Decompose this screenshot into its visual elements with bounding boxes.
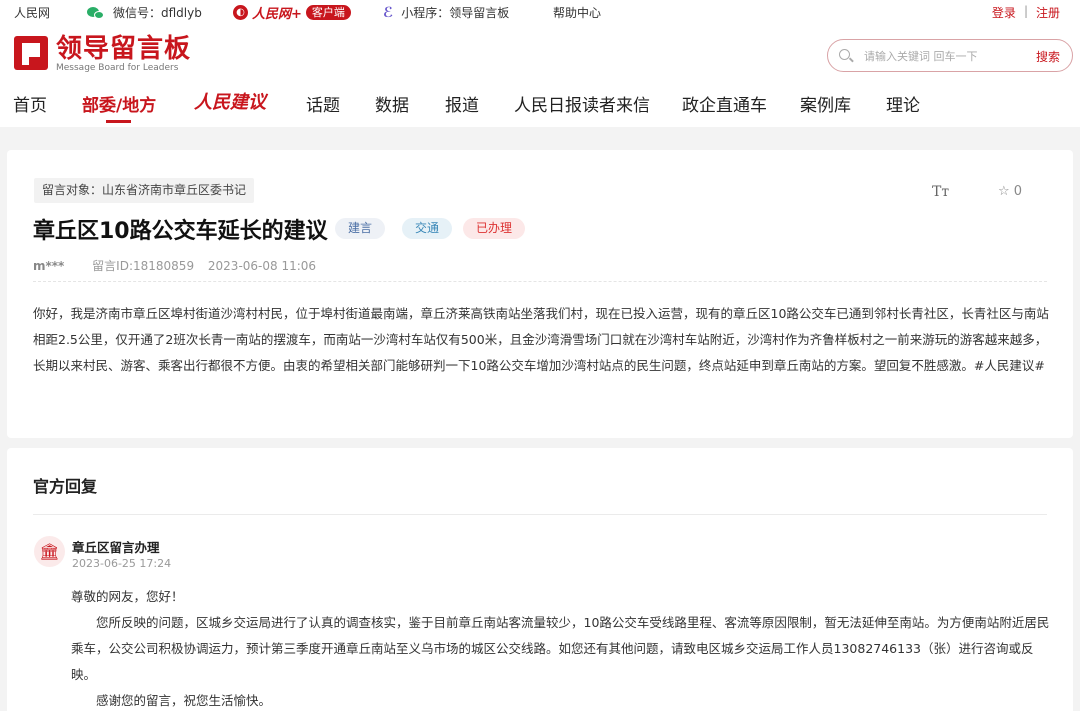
rmw-app-link[interactable]: ◐ 人民网+ 客户端: [233, 3, 351, 22]
status-badge: 已办理: [463, 218, 526, 239]
reply-paragraph: 您所反映的问题，区城乡交运局进行了认真的调查核实，鉴于目前章丘南站客流量较少，1…: [71, 615, 1050, 682]
nav-people-suggestion[interactable]: 人民建议: [194, 88, 266, 114]
message-date: 2023-06-08 11:06: [207, 259, 317, 273]
logo-mark-icon: [14, 36, 48, 70]
client-badge: 客户端: [305, 5, 351, 20]
site-link[interactable]: 人民网: [14, 4, 50, 21]
miniprogram-icon: ℰ: [383, 4, 394, 21]
main-nav: 首页 部委/地方 人民建议 话题 数据 报道 人民日报读者来信 政企直通车 案例…: [0, 86, 1080, 126]
rmw-logo-text: 人民网+: [252, 7, 302, 22]
font-size-toggle[interactable]: Tт: [932, 184, 949, 200]
wechat-label: 微信号：dfldlyb: [113, 6, 202, 20]
message-title: 章丘区10路公交车延长的建议: [33, 219, 328, 244]
nav-theory[interactable]: 理论: [886, 91, 920, 116]
author-name: m***: [33, 259, 65, 273]
rmw-logo-icon: ◐: [233, 5, 248, 20]
dashed-divider: [33, 281, 1047, 282]
favorite-star[interactable]: ☆ 0: [998, 184, 1022, 199]
reply-heading: 官方回复: [33, 477, 98, 496]
message-card: 留言对象：山东省济南市章丘区委书记 Tт ☆ 0 章丘区10路公交车延长的建议 …: [7, 150, 1073, 438]
site-header: 领导留言板 Message Board for Leaders 搜索 首页 部委…: [0, 22, 1080, 127]
auth-links: 登录 | 注册: [992, 4, 1060, 21]
logo-title: 领导留言板: [56, 34, 192, 64]
nav-data[interactable]: 数据: [375, 91, 409, 116]
site-logo[interactable]: 领导留言板 Message Board for Leaders: [14, 36, 191, 74]
nav-ministries[interactable]: 部委/地方: [82, 91, 156, 116]
nav-enterprise[interactable]: 政企直通车: [682, 91, 767, 116]
tag-suggestion: 建言: [335, 218, 386, 239]
nav-reports[interactable]: 报道: [445, 91, 479, 116]
nav-home[interactable]: 首页: [13, 91, 47, 116]
register-link[interactable]: 注册: [1036, 4, 1060, 21]
logo-subtitle: Message Board for Leaders: [56, 63, 179, 73]
miniprogram-link[interactable]: ℰ 小程序：领导留言板: [383, 4, 509, 21]
auth-separator: |: [1023, 4, 1028, 18]
reply-divider: [33, 514, 1047, 515]
help-center-link[interactable]: 帮助中心: [553, 4, 601, 21]
search-input[interactable]: [864, 47, 1014, 65]
nav-cases[interactable]: 案例库: [800, 91, 851, 116]
wechat-info[interactable]: 微信号：dfldlyb: [87, 4, 202, 21]
search-button[interactable]: 搜索: [1036, 48, 1060, 65]
tag-traffic: 交通: [402, 218, 453, 239]
top-utility-bar: 人民网 微信号：dfldlyb ◐ 人民网+ 客户端 ℰ 小程序：领导留言板 帮…: [0, 0, 1080, 22]
reply-greeting: 尊敬的网友，您好！: [71, 589, 184, 604]
nav-reader-letters[interactable]: 人民日报读者来信: [514, 91, 650, 116]
reply-closing: 感谢您的留言，祝您生活愉快。: [96, 693, 272, 708]
login-link[interactable]: 登录: [992, 4, 1016, 21]
reply-body: 尊敬的网友，您好！ 您所反映的问题，区城乡交运局进行了认真的调查核实，鉴于目前章…: [71, 584, 1051, 711]
search-icon: [839, 49, 850, 60]
miniprogram-label: 小程序：领导留言板: [401, 6, 510, 20]
search-box: 搜索: [827, 39, 1073, 72]
official-reply-card: 官方回复 🏛 章丘区留言办理 2023-06-25 17:24 尊敬的网友，您好…: [7, 448, 1073, 711]
active-tab-underline: [106, 120, 131, 123]
message-id: 留言ID:18180859: [92, 259, 195, 273]
wechat-icon: [87, 6, 105, 20]
message-target: 留言对象：山东省济南市章丘区委书记: [34, 178, 255, 203]
government-building-icon: 🏛: [34, 536, 65, 567]
message-content: 你好，我是济南市章丘区埠村街道沙湾村村民，位于埠村街道最南端，章丘济莱高铁南站坐…: [33, 306, 1049, 373]
reply-time: 2023-06-25 17:24: [72, 557, 172, 570]
nav-topics[interactable]: 话题: [306, 91, 340, 116]
reply-org-name: 章丘区留言办理: [72, 540, 160, 555]
message-meta: m*** 留言ID:18180859 2023-06-08 11:06: [33, 257, 316, 274]
